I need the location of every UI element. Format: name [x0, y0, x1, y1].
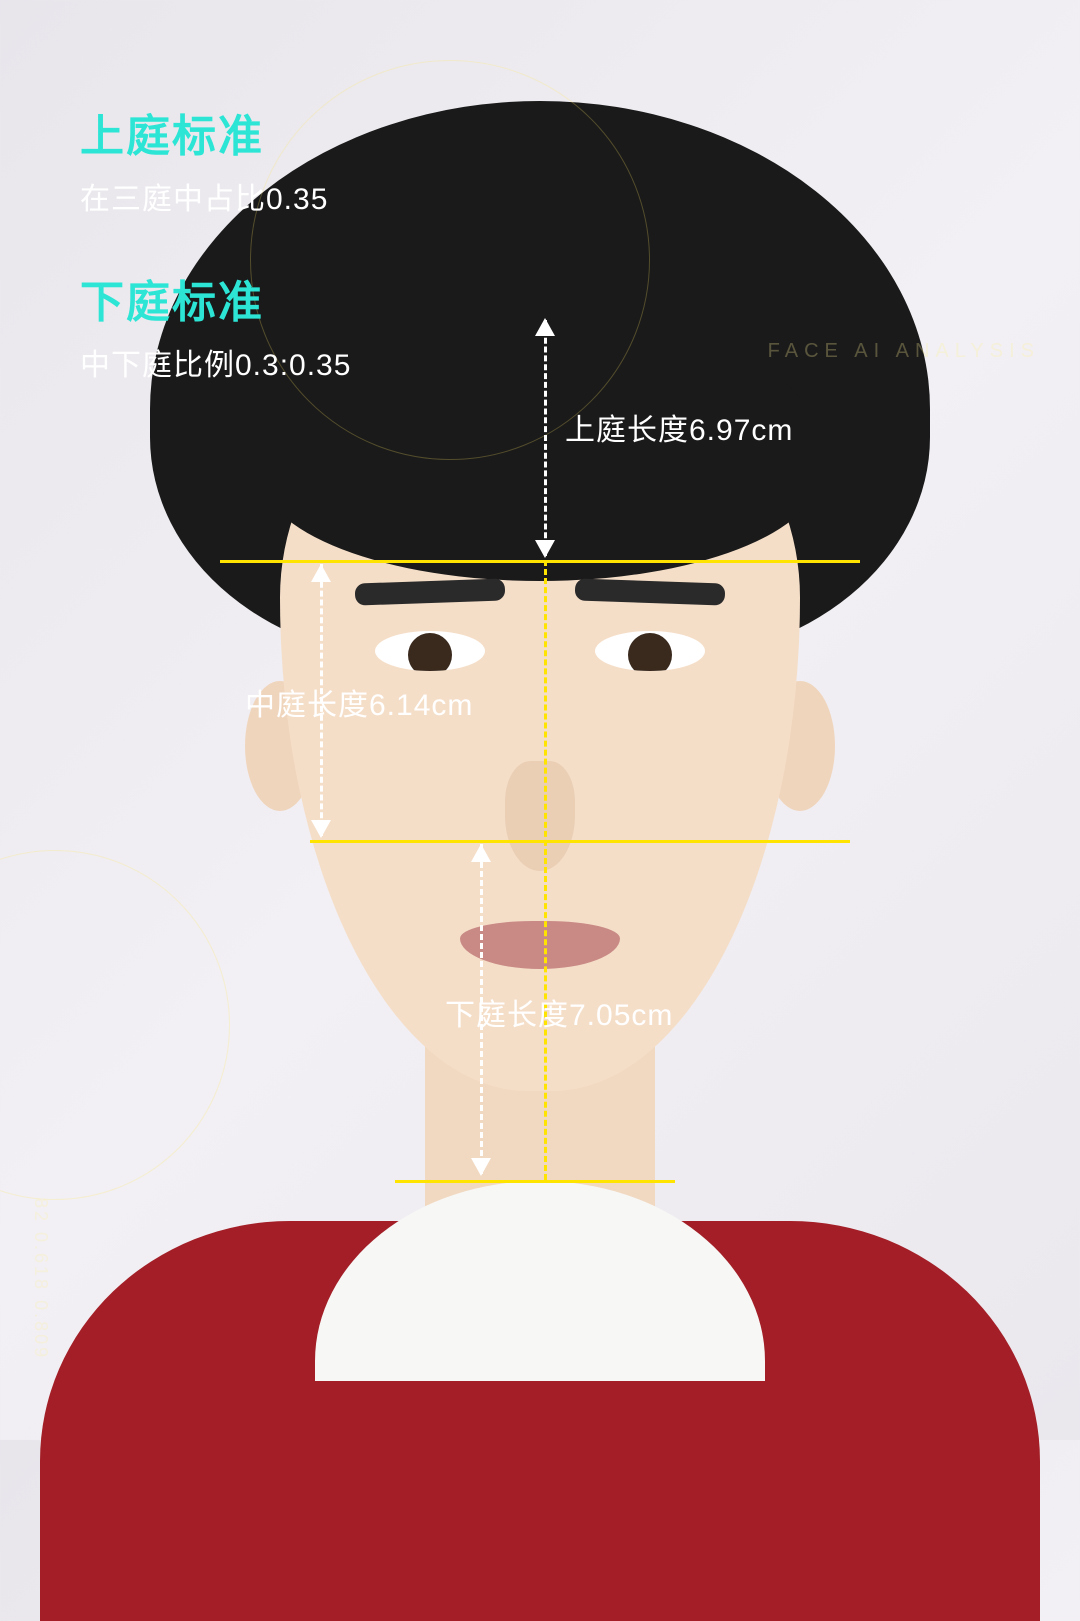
nose-base-line — [310, 840, 850, 843]
lower-zone-desc: 中下庭比例0.3:0.35 — [80, 340, 351, 384]
brow-line — [220, 560, 860, 563]
collar-shape — [315, 1181, 765, 1381]
nose-shape — [505, 761, 575, 871]
watermark-numbers: 82 0.618 0.809 — [30, 1198, 51, 1360]
middle-length-label: 中庭长度6.14cm — [245, 680, 473, 724]
face-midline — [544, 560, 547, 1180]
arrow-down-icon — [535, 540, 555, 558]
upper-zone-arrow — [544, 320, 547, 556]
upper-zone-desc: 在三庭中占比0.35 — [80, 174, 351, 218]
eye-right-shape — [595, 631, 705, 671]
upper-zone-title: 上庭标准 — [80, 100, 351, 164]
lower-zone-title: 下庭标准 — [80, 266, 351, 330]
eye-left-shape — [375, 631, 485, 671]
arrow-down-icon — [471, 1158, 491, 1176]
arrow-up-icon — [535, 318, 555, 336]
arrow-up-icon — [471, 844, 491, 862]
analysis-summary: 上庭标准 在三庭中占比0.35 下庭标准 中下庭比例0.3:0.35 — [80, 100, 351, 432]
arrow-down-icon — [311, 820, 331, 838]
watermark-text: FACE AI ANALYSIS — [768, 340, 1040, 363]
upper-length-label: 上庭长度6.97cm — [565, 405, 793, 449]
arrow-up-icon — [311, 564, 331, 582]
lower-length-label: 下庭长度7.05cm — [445, 990, 673, 1034]
chin-line — [395, 1180, 675, 1183]
